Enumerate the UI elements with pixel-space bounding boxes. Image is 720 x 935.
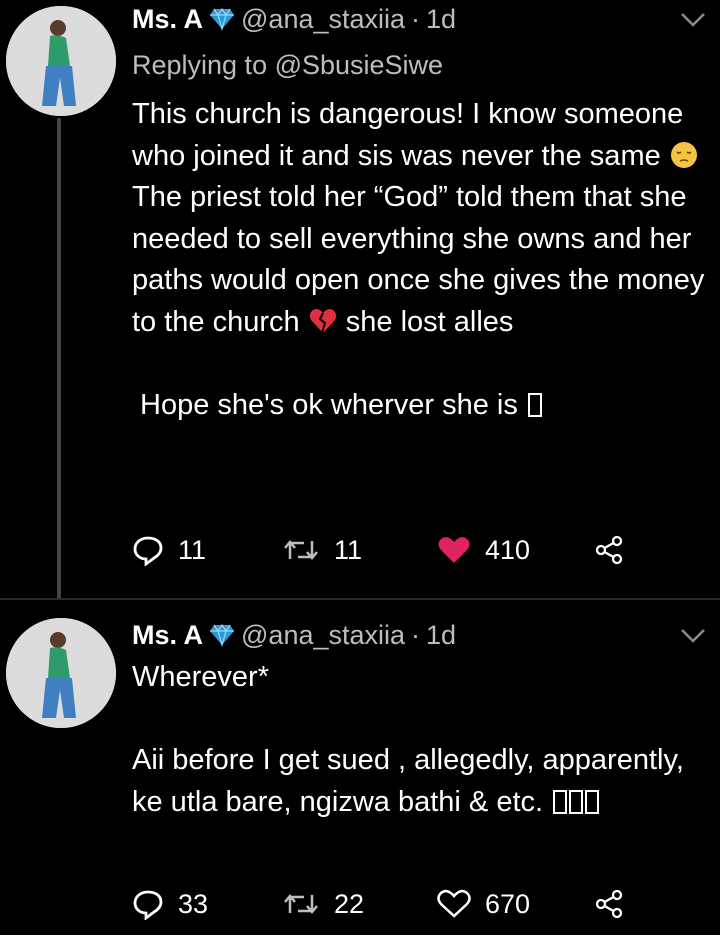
thread-line	[57, 118, 61, 600]
share-icon	[595, 535, 623, 565]
avatar[interactable]	[6, 618, 116, 728]
tweet[interactable]: Ms. A @ana_staxiia · 1d Wherever* Aii be…	[0, 600, 720, 935]
retweet-button[interactable]: 11	[282, 528, 362, 572]
share-button[interactable]	[594, 882, 624, 926]
reply-icon	[133, 890, 163, 920]
retweet-icon	[284, 894, 318, 914]
like-button[interactable]: 410	[437, 528, 530, 572]
avatar[interactable]	[6, 6, 116, 116]
heart-icon	[438, 537, 470, 563]
separator: ·	[411, 3, 421, 34]
tweet-body: This church is dangerous! I know someone…	[132, 94, 708, 426]
retweet-icon	[284, 540, 318, 560]
share-button[interactable]	[594, 528, 624, 572]
timestamp[interactable]: 1d	[426, 4, 456, 35]
tweet-header: Ms. A @ana_staxiia · 1d	[132, 2, 680, 36]
display-name[interactable]: Ms. A	[132, 620, 203, 651]
retweet-button[interactable]: 22	[282, 882, 364, 926]
reply-button[interactable]: 11	[132, 528, 206, 572]
body-text: This church is dangerous! I know someone…	[132, 98, 684, 172]
like-button[interactable]: 670	[437, 882, 530, 926]
chevron-down-icon[interactable]	[680, 628, 706, 644]
missing-emoji-glyph	[553, 789, 568, 814]
like-count: 670	[485, 888, 531, 919]
missing-emoji-glyph	[569, 789, 584, 814]
share-icon	[595, 889, 623, 919]
heart-icon	[437, 889, 471, 918]
avatar-photo	[6, 6, 116, 116]
handle[interactable]: @ana_staxiia	[241, 620, 405, 651]
reply-button[interactable]: 33	[132, 882, 208, 926]
retweet-count: 22	[334, 888, 365, 919]
reply-icon	[133, 536, 163, 566]
timestamp[interactable]: 1d	[426, 620, 456, 651]
tweet-header: Ms. A @ana_staxiia · 1d	[132, 618, 680, 652]
verified-diamond-icon	[210, 7, 235, 31]
separator: ·	[411, 619, 421, 650]
body-text: Aii before I get sued , allegedly, appar…	[132, 744, 684, 818]
tweet-actions: 33 22 670	[132, 882, 652, 926]
missing-emoji-glyph	[585, 789, 600, 814]
pensive-face-emoji	[670, 141, 697, 168]
reply-count: 11	[178, 534, 207, 565]
handle[interactable]: @ana_staxiia	[241, 4, 405, 35]
body-text: she lost alles	[345, 305, 514, 338]
replying-to[interactable]: Replying to @SbusieSiwe	[132, 50, 443, 81]
display-name[interactable]: Ms. A	[132, 4, 203, 35]
reply-count: 33	[178, 888, 209, 919]
tweet[interactable]: Ms. A @ana_staxiia · 1d Replying to @Sbu…	[0, 0, 720, 600]
tweet-actions: 11 11 410	[132, 528, 652, 572]
retweet-count: 11	[334, 534, 363, 565]
like-count: 410	[485, 534, 531, 565]
avatar-photo	[6, 618, 116, 728]
missing-emoji-glyph	[527, 392, 542, 417]
chevron-down-icon[interactable]	[680, 12, 706, 28]
broken-heart-emoji	[309, 308, 336, 333]
tweet-body: Wherever* Aii before I get sued , allege…	[132, 657, 708, 823]
verified-diamond-icon	[210, 623, 235, 647]
body-text: Wherever*	[132, 661, 269, 693]
body-text: Hope she's ok wherver she is	[140, 388, 518, 421]
